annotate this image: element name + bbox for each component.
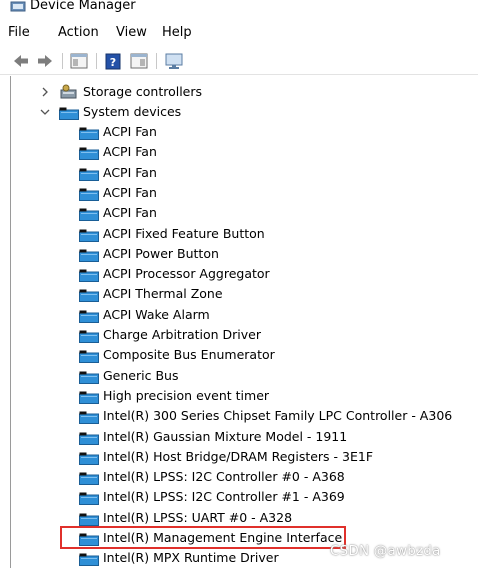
watermark: CSDN @awbzda <box>330 543 441 559</box>
tree-item-label: ACPI Fan <box>103 124 157 139</box>
device-icon <box>79 309 99 323</box>
device-icon <box>79 451 99 465</box>
tree-item-label: Intel(R) 300 Series Chipset Family LPC C… <box>103 408 453 424</box>
device-icon <box>79 207 99 222</box>
tree-item-label: ACPI Fan <box>103 205 157 221</box>
tree-item-label: ACPI Fan <box>103 164 157 180</box>
storage-controller-icon <box>59 84 79 100</box>
tree-item-device[interactable]: Intel(R) Host Bridge/DRAM Registers - 3E… <box>11 447 471 467</box>
show-hide-console-tree-icon[interactable] <box>70 52 88 70</box>
tree-item-label: ACPI Processor Aggregator <box>103 266 270 282</box>
tree-item-device[interactable]: ACPI Fan <box>11 122 471 142</box>
tree-item-label: Intel(R) LPSS: I2C Controller #1 - A369 <box>103 489 345 505</box>
tree-item-device[interactable]: Intel(R) 300 Series Chipset Family LPC C… <box>11 406 471 426</box>
device-icon <box>79 329 99 343</box>
device-tree: Storage controllers System devices ACPI … <box>10 76 478 568</box>
device-icon <box>79 471 99 486</box>
tree-item-label: ACPI Fixed Feature Button <box>103 225 265 241</box>
device-icon <box>79 410 99 425</box>
device-icon <box>79 491 99 506</box>
tree-item-device[interactable]: ACPI Fan <box>11 183 471 203</box>
tree-item-device[interactable]: Intel(R) LPSS: I2C Controller #1 - A369 <box>11 487 471 507</box>
tree-item-device[interactable]: Intel(R) Gaussian Mixture Model - 1911 <box>11 427 471 447</box>
tree-item-device[interactable]: ACPI Power Button <box>11 244 471 264</box>
forward-arrow-icon[interactable] <box>36 52 54 70</box>
tree-item-label: High precision event timer <box>103 387 270 403</box>
tree-item-label: Intel(R) MPX Runtime Driver <box>103 550 279 566</box>
device-icon <box>79 228 99 242</box>
device-icon <box>79 512 99 526</box>
device-icon <box>79 268 99 283</box>
toolbar-separator <box>156 53 157 69</box>
device-icon <box>79 126 99 140</box>
menu-view[interactable]: View <box>116 25 147 40</box>
title-bar: Device Manager <box>0 0 478 18</box>
chevron-right-icon[interactable] <box>39 82 51 102</box>
tree-item-device[interactable]: High precision event timer <box>11 386 471 406</box>
tree-item-label: Storage controllers <box>83 84 203 99</box>
menu-file[interactable]: File <box>8 25 30 40</box>
help-icon[interactable]: ? <box>104 52 122 70</box>
tree-item-label: Generic Bus <box>103 367 179 383</box>
tree-item-device[interactable]: ACPI Processor Aggregator <box>11 264 471 284</box>
tree-item-device[interactable]: Intel(R) LPSS: UART #0 - A328 <box>11 508 471 528</box>
device-icon <box>79 349 99 364</box>
scan-hardware-icon[interactable] <box>164 52 184 70</box>
toolbar-separator <box>62 53 63 69</box>
menu-action[interactable]: Action <box>58 25 99 40</box>
tree-item-label: ACPI Fan <box>103 184 157 200</box>
tree-item-storage-controllers[interactable]: Storage controllers <box>11 82 471 102</box>
tree-item-device[interactable]: ACPI Wake Alarm <box>11 305 471 325</box>
tree-item-label: Intel(R) LPSS: UART #0 - A328 <box>103 509 293 525</box>
tree-item-device[interactable]: Generic Bus <box>11 366 471 386</box>
properties-pane-icon[interactable] <box>130 52 148 70</box>
tree-item-device[interactable]: ACPI Fan <box>11 203 471 223</box>
tree-item-device[interactable]: ACPI Fan <box>11 142 471 162</box>
highlight-box <box>60 526 346 549</box>
tree-item-label: Intel(R) LPSS: I2C Controller #0 - A368 <box>103 469 345 485</box>
tree-item-device[interactable]: ACPI Fixed Feature Button <box>11 224 471 244</box>
tree-item-label: Intel(R) Gaussian Mixture Model - 1911 <box>103 428 348 444</box>
device-icon <box>79 431 99 445</box>
tree-item-label: Intel(R) Host Bridge/DRAM Registers - 3E… <box>103 448 374 464</box>
system-devices-folder-icon <box>59 106 79 120</box>
device-icon <box>79 187 99 201</box>
device-icon <box>79 146 99 161</box>
device-icon <box>79 248 99 262</box>
svg-text:?: ? <box>110 56 116 69</box>
back-arrow-icon[interactable] <box>12 52 30 70</box>
tree-item-label: Composite Bus Enumerator <box>103 347 275 363</box>
device-icon <box>79 370 99 384</box>
device-icon <box>79 288 99 303</box>
tree-item-label: System devices <box>83 104 182 119</box>
tree-item-label: ACPI Fan <box>103 144 157 160</box>
tree-item-label: Charge Arbitration Driver <box>103 327 262 342</box>
menu-bar: File Action View Help <box>0 22 478 44</box>
tree-item-label: ACPI Power Button <box>103 245 219 261</box>
tree-item-device[interactable]: Charge Arbitration Driver <box>11 325 471 345</box>
tree-item-device[interactable]: ACPI Thermal Zone <box>11 284 471 304</box>
device-manager-icon <box>10 0 26 15</box>
window-title: Device Manager <box>30 0 136 13</box>
tree-item-label: ACPI Wake Alarm <box>103 306 210 322</box>
tree-item-device[interactable]: ACPI Fan <box>11 163 471 183</box>
tree-item-label: ACPI Thermal Zone <box>103 286 223 302</box>
tree-item-system-devices[interactable]: System devices <box>11 102 471 122</box>
toolbar: ? <box>0 48 478 75</box>
tree-item-device[interactable]: Intel(R) LPSS: I2C Controller #0 - A368 <box>11 467 471 487</box>
device-icon <box>79 167 99 181</box>
device-icon <box>79 552 99 567</box>
device-icon <box>79 390 99 404</box>
toolbar-separator <box>96 53 97 69</box>
menu-help[interactable]: Help <box>162 25 192 40</box>
chevron-down-icon[interactable] <box>39 102 51 122</box>
tree-item-device[interactable]: Composite Bus Enumerator <box>11 345 471 365</box>
